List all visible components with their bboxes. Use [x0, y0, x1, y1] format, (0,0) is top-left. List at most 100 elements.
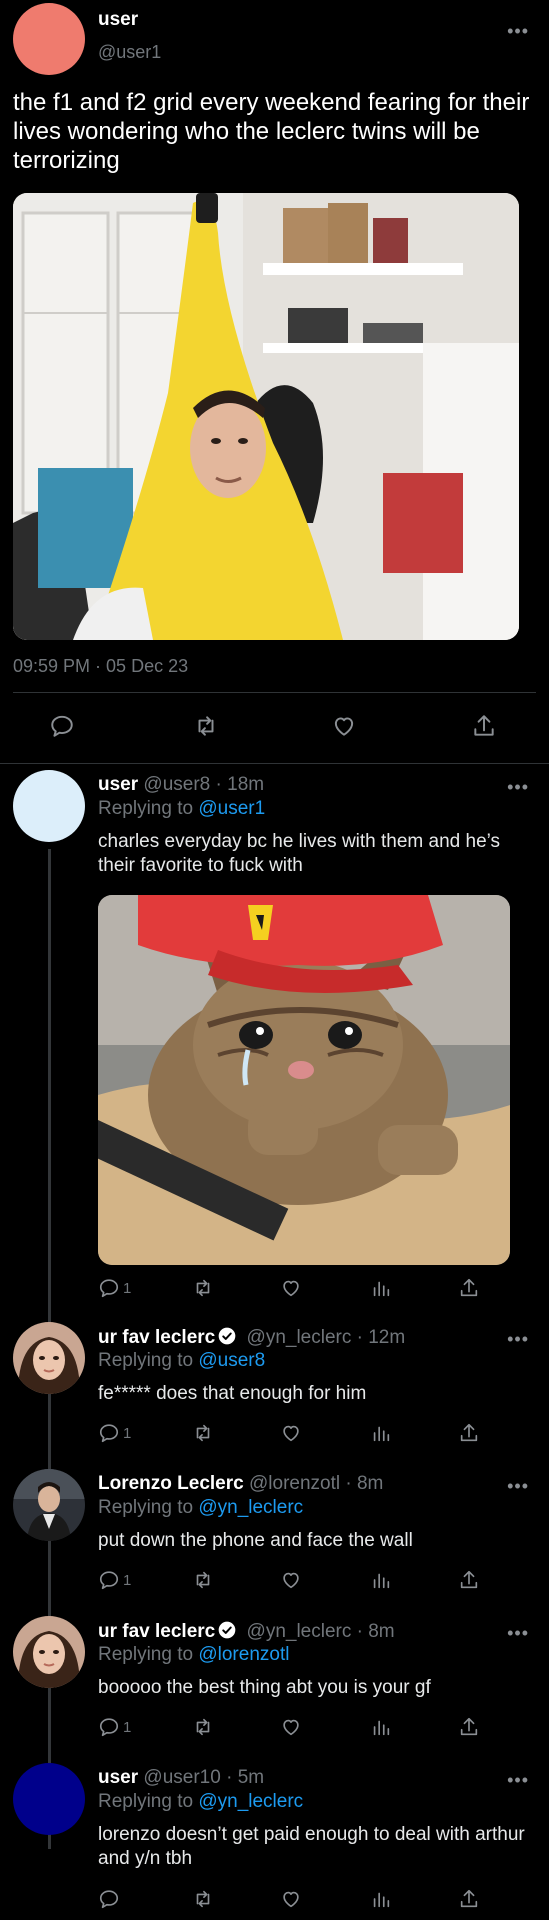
heart-icon: [283, 1572, 299, 1589]
author-handle[interactable]: @user1: [98, 42, 161, 63]
reply-item: ur fav leclerc @yn_leclerc · 12m ••• Rep…: [0, 1322, 549, 1462]
reply-text: put down the phone and face the wall: [98, 1530, 413, 1551]
reply-actions: 1: [0, 1420, 549, 1446]
author-name[interactable]: user: [98, 1767, 138, 1788]
share-button[interactable]: [458, 1886, 480, 1912]
section-divider: [0, 763, 549, 764]
avatar[interactable]: [13, 1616, 85, 1688]
share-icon: [460, 1278, 478, 1297]
like-button[interactable]: [280, 1714, 302, 1740]
share-button[interactable]: [458, 1275, 480, 1301]
author-name[interactable]: Lorenzo Leclerc: [98, 1473, 244, 1494]
like-button[interactable]: [330, 712, 358, 740]
reply-button[interactable]: 1: [98, 1567, 131, 1593]
replying-prefix: Replying to: [98, 1350, 199, 1371]
reply-count: 1: [123, 1424, 132, 1442]
views-button[interactable]: [370, 1420, 392, 1446]
reply-button[interactable]: [48, 712, 76, 740]
share-icon: [460, 1717, 478, 1736]
replying-to: Replying to @yn_leclerc: [98, 1497, 303, 1519]
handle-time[interactable]: @yn_leclerc · 8m: [247, 1621, 395, 1642]
more-icon[interactable]: •••: [507, 1330, 529, 1348]
divider: [13, 692, 536, 693]
like-button[interactable]: [280, 1420, 302, 1446]
author-name[interactable]: user: [98, 774, 138, 795]
author-name[interactable]: user: [98, 9, 138, 31]
share-button[interactable]: [458, 1420, 480, 1446]
handle-time[interactable]: @user10 · 5m: [143, 1767, 264, 1788]
share-button[interactable]: [458, 1567, 480, 1593]
share-icon: [460, 1570, 478, 1589]
reply-icon: [99, 1424, 119, 1443]
replying-prefix: Replying to: [98, 798, 199, 819]
replying-to-link[interactable]: @yn_leclerc: [198, 1791, 303, 1812]
tweet-actions: [0, 712, 549, 746]
heart-icon: [283, 1719, 299, 1736]
reply-button[interactable]: [98, 1886, 120, 1912]
tweet-text: the f1 and f2 grid every weekend fearing…: [13, 89, 530, 174]
share-icon: [474, 715, 494, 736]
views-icon: [373, 1426, 390, 1442]
views-icon: [373, 1281, 390, 1297]
reply-item: ur fav leclerc @yn_leclerc · 8m ••• Repl…: [0, 1616, 549, 1756]
reply-photo[interactable]: [98, 895, 510, 1265]
views-button[interactable]: [370, 1567, 392, 1593]
retweet-button[interactable]: [192, 1567, 214, 1593]
views-button[interactable]: [370, 1886, 392, 1912]
reply-text: fe***** does that enough for him: [98, 1383, 367, 1404]
reply-text: lorenzo doesn’t get paid enough to deal …: [98, 1824, 525, 1869]
like-button[interactable]: [280, 1886, 302, 1912]
retweet-button[interactable]: [192, 1275, 214, 1301]
views-button[interactable]: [370, 1714, 392, 1740]
heart-icon: [283, 1425, 299, 1442]
heart-icon: [334, 717, 354, 736]
reply-header: ur fav leclerc @yn_leclerc · 8m: [98, 1620, 395, 1643]
handle-time[interactable]: @lorenzotl · 8m: [249, 1473, 383, 1494]
more-icon[interactable]: •••: [507, 1624, 529, 1642]
tweet-photo[interactable]: [13, 193, 519, 640]
retweet-icon: [196, 1279, 210, 1297]
more-icon[interactable]: •••: [507, 1771, 529, 1789]
heart-icon: [283, 1891, 299, 1908]
reply-button[interactable]: 1: [98, 1420, 131, 1446]
replying-to-link[interactable]: @user1: [198, 798, 265, 819]
reply-item: user @user8 · 18m ••• Replying to @user1…: [0, 770, 549, 1310]
like-button[interactable]: [280, 1567, 302, 1593]
handle-time[interactable]: @user8 · 18m: [143, 774, 264, 795]
verified-badge-icon: [218, 1327, 236, 1345]
avatar[interactable]: [13, 1469, 85, 1541]
avatar[interactable]: [13, 1322, 85, 1394]
more-icon[interactable]: •••: [507, 1477, 529, 1495]
replying-to-link[interactable]: @user8: [198, 1350, 265, 1371]
share-icon: [460, 1423, 478, 1442]
tweet-timestamp: 09:59 PM · 05 Dec 23: [13, 656, 189, 676]
replying-prefix: Replying to: [98, 1497, 199, 1518]
avatar[interactable]: [13, 770, 85, 842]
like-button[interactable]: [280, 1275, 302, 1301]
retweet-icon: [196, 1424, 210, 1442]
replying-to-link[interactable]: @yn_leclerc: [198, 1497, 303, 1518]
reply-count: 1: [123, 1571, 132, 1589]
verified-badge-icon: [218, 1621, 236, 1639]
author-name[interactable]: ur fav leclerc: [98, 1621, 215, 1642]
share-button[interactable]: [470, 712, 498, 740]
retweet-button[interactable]: [192, 712, 220, 740]
heart-icon: [283, 1280, 299, 1297]
more-icon[interactable]: •••: [507, 22, 529, 40]
retweet-button[interactable]: [192, 1886, 214, 1912]
handle-time[interactable]: @yn_leclerc · 12m: [247, 1327, 406, 1348]
more-icon[interactable]: •••: [507, 778, 529, 796]
reply-button[interactable]: 1: [98, 1714, 131, 1740]
share-button[interactable]: [458, 1714, 480, 1740]
views-button[interactable]: [370, 1275, 392, 1301]
reply-count: 1: [123, 1718, 132, 1736]
avatar[interactable]: [13, 3, 85, 75]
avatar[interactable]: [13, 1763, 85, 1835]
author-name[interactable]: ur fav leclerc: [98, 1327, 215, 1348]
reply-icon: [99, 1718, 119, 1737]
reply-button[interactable]: 1: [98, 1275, 131, 1301]
replying-to: Replying to @user1: [98, 798, 265, 820]
retweet-button[interactable]: [192, 1714, 214, 1740]
replying-to-link[interactable]: @lorenzotl: [198, 1644, 289, 1665]
retweet-button[interactable]: [192, 1420, 214, 1446]
